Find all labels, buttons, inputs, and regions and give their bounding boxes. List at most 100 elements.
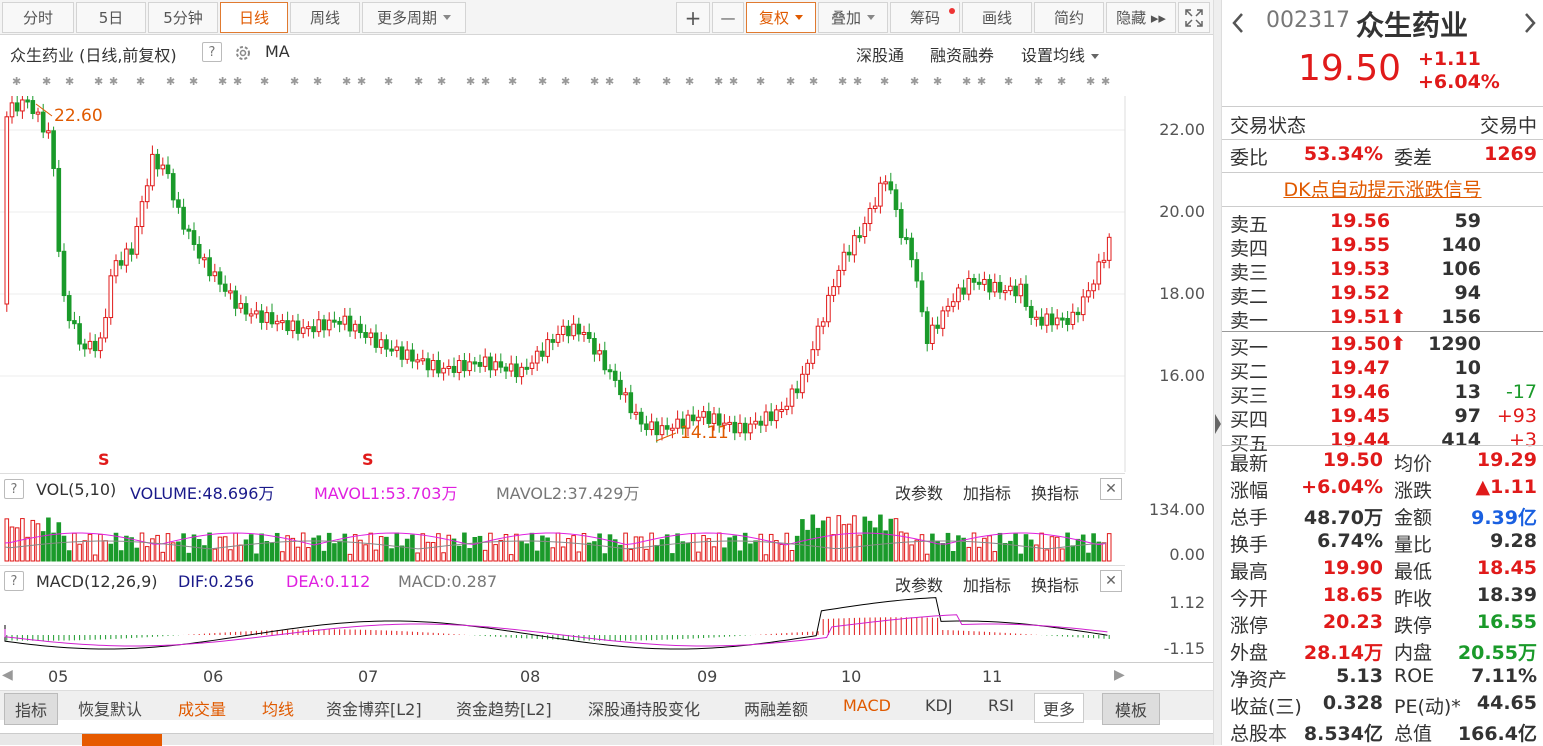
- sell-level-row[interactable]: 卖五 19.56 59: [1222, 210, 1543, 236]
- add-indicator-button[interactable]: 加指标: [963, 572, 1011, 596]
- tab-margin-diff[interactable]: 两融差额: [744, 696, 808, 720]
- tab-connect-holdings[interactable]: 深股通持股变化: [588, 696, 700, 720]
- candle: [1101, 259, 1107, 263]
- chips-label: 筹码: [909, 9, 940, 27]
- help-button[interactable]: ?: [4, 571, 24, 591]
- chevron-right-icon[interactable]: [1524, 12, 1536, 34]
- help-button[interactable]: ?: [202, 42, 222, 62]
- buy-level-row[interactable]: 买三 19.46 13 -17: [1222, 381, 1543, 407]
- help-button[interactable]: ?: [4, 479, 24, 499]
- tab-kdj[interactable]: KDJ: [925, 696, 953, 715]
- scroll-right-icon[interactable]: ▶: [1114, 667, 1125, 683]
- dividend-s-icon[interactable]: S: [362, 450, 374, 469]
- dividend-s-icon[interactable]: S: [98, 450, 110, 469]
- kline-chart[interactable]: 22.00 20.00 18.00 16.00 22.60 14.11 S S: [0, 96, 1213, 472]
- adjust-dropdown[interactable]: 复权: [746, 2, 816, 33]
- buy-level-row[interactable]: 买二 19.47 10: [1222, 357, 1543, 383]
- dk-signal-link[interactable]: DK点自动提示涨跌信号: [1222, 175, 1543, 205]
- gear-icon[interactable]: [233, 43, 253, 63]
- zoom-in-button[interactable]: +: [676, 2, 710, 33]
- collapse-arrow-icon[interactable]: [1215, 414, 1221, 434]
- macd-chart[interactable]: [0, 595, 1125, 661]
- event-icon: ✱: [853, 75, 862, 88]
- zoom-out-button[interactable]: —: [712, 2, 744, 33]
- bottom-tab-active[interactable]: [82, 734, 162, 746]
- candle: [129, 248, 134, 255]
- candle: [87, 340, 93, 350]
- volume-bar: [987, 535, 992, 562]
- vol-indicator-name: VOL(5,10): [36, 480, 117, 499]
- edit-params-button[interactable]: 改参数: [895, 480, 943, 504]
- candle: [321, 319, 327, 331]
- candle: [1070, 311, 1076, 325]
- tab-ma[interactable]: 均线: [262, 696, 294, 720]
- ma-indicator-label[interactable]: MA: [265, 42, 290, 61]
- volume-bar: [675, 533, 680, 562]
- tab-fund-trend[interactable]: 资金趋势[L2]: [456, 696, 552, 720]
- more-periods-dropdown[interactable]: 更多周期: [362, 2, 466, 33]
- candle: [664, 425, 670, 430]
- period-5day-button[interactable]: 5日: [76, 2, 146, 33]
- chevron-left-icon[interactable]: [1232, 12, 1244, 34]
- period-daily-button[interactable]: 日线: [220, 2, 288, 33]
- tab-indicators[interactable]: 指标: [4, 693, 59, 725]
- period-fenshi-button[interactable]: 分时: [2, 2, 74, 33]
- volume-bar: [826, 516, 831, 562]
- buy-level-row[interactable]: 买四 19.45 97 +93: [1222, 405, 1543, 431]
- volume-chart[interactable]: [0, 503, 1125, 563]
- candle: [592, 338, 597, 355]
- scroll-left-icon[interactable]: ◀: [2, 667, 13, 683]
- set-ma-dropdown[interactable]: 设置均线: [1021, 42, 1100, 66]
- candle: [560, 325, 566, 335]
- tab-macd[interactable]: MACD: [843, 696, 891, 715]
- switch-indicator-button[interactable]: 换指标: [1031, 480, 1079, 504]
- tab-rsi[interactable]: RSI: [988, 696, 1014, 715]
- tab-template[interactable]: 模板: [1102, 693, 1161, 725]
- overlay-dropdown[interactable]: 叠加: [818, 2, 888, 33]
- close-icon[interactable]: ✕: [1100, 570, 1122, 592]
- close-icon[interactable]: ✕: [1100, 478, 1122, 500]
- period-weekly-button[interactable]: 周线: [290, 2, 360, 33]
- buy-level-row[interactable]: 买一 19.50⬆ 1290: [1222, 333, 1543, 359]
- add-indicator-button[interactable]: 加指标: [963, 480, 1011, 504]
- hide-panel-button[interactable]: 隐藏 ▸▸: [1106, 2, 1176, 33]
- sell-level-row[interactable]: 卖四 19.55 140: [1222, 234, 1543, 260]
- draw-line-button[interactable]: 画线: [962, 2, 1032, 33]
- volume-bar: [519, 540, 524, 562]
- volume-bar: [909, 544, 914, 562]
- sell-level-row[interactable]: 卖一 19.51⬆ 156: [1222, 306, 1543, 332]
- candle: [1096, 261, 1102, 285]
- volume-bar: [332, 543, 337, 562]
- event-icon: ✱: [1034, 75, 1043, 88]
- panel-splitter[interactable]: [1213, 0, 1222, 745]
- tab-more[interactable]: 更多: [1034, 693, 1085, 723]
- sell-level-row[interactable]: 卖二 19.52 94: [1222, 282, 1543, 308]
- simple-mode-button[interactable]: 简约: [1034, 2, 1104, 33]
- sell-level-row[interactable]: 卖三 19.53 106: [1222, 258, 1543, 284]
- volume-bar: [779, 543, 784, 562]
- chips-button[interactable]: 筹码: [890, 2, 960, 33]
- shenzhen-connect-link[interactable]: 深股通: [856, 42, 904, 66]
- tab-fund-game[interactable]: 资金博弈[L2]: [326, 696, 422, 720]
- candle: [72, 320, 77, 325]
- candle: [638, 411, 644, 425]
- switch-indicator-button[interactable]: 换指标: [1031, 572, 1079, 596]
- volume-bar: [103, 540, 108, 562]
- candle: [940, 310, 946, 329]
- candlestick-chart[interactable]: [0, 96, 1213, 472]
- candle: [774, 409, 779, 422]
- macd-indicator-name: MACD(12,26,9): [36, 572, 158, 591]
- bottom-tab-strip[interactable]: [0, 733, 1213, 746]
- candle: [701, 411, 706, 418]
- tab-restore-default[interactable]: 恢复默认: [78, 696, 142, 720]
- tab-volume[interactable]: 成交量: [178, 696, 226, 720]
- event-markers-row[interactable]: ✱ ✱ ✱ ✱ ✱ ✱ ✱ ✱ ✱ ✱ ✱ ✱ ✱ ✱ ✱ ✱ ✱ ✱ ✱ ✱ ✱ ✱ ✱ ✱ ✱ ✱ ✱ ✱ ✱ ✱ ✱ ✱ ✱ ✱ ✱ ✱ ✱ ✱ ✱ ✱…: [0, 68, 1125, 94]
- margin-trading-link[interactable]: 融资融券: [930, 42, 994, 66]
- candle: [456, 360, 462, 373]
- candle: [992, 281, 998, 293]
- status-label: 交易状态: [1230, 115, 1307, 137]
- fullscreen-button[interactable]: [1178, 2, 1210, 33]
- period-5min-button[interactable]: 5分钟: [148, 2, 218, 33]
- edit-params-button[interactable]: 改参数: [895, 572, 943, 596]
- low-price-marker: 14.11: [680, 423, 729, 443]
